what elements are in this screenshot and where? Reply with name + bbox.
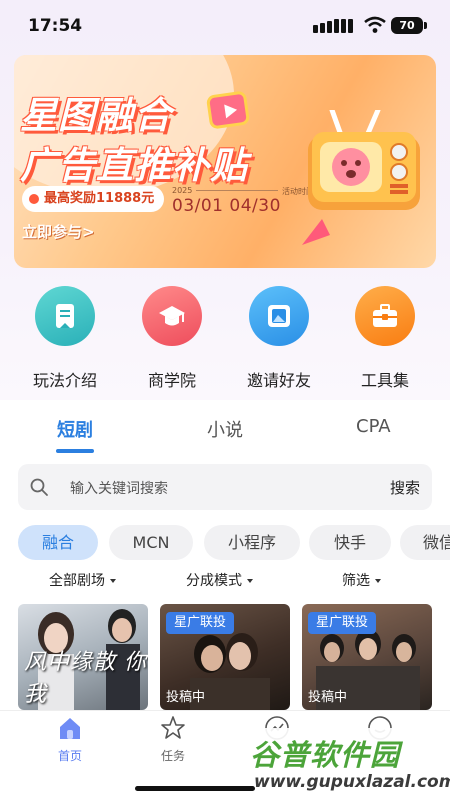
- dropdown-arrow-icon: [375, 579, 381, 583]
- nav-label: 任务: [160, 749, 185, 763]
- home-indicator[interactable]: [135, 786, 255, 791]
- home-icon: [60, 718, 80, 739]
- tab-novel[interactable]: 小说: [207, 416, 243, 442]
- chip-kuaishou[interactable]: 快手: [309, 525, 391, 560]
- quick-action-label: 邀请好友: [246, 371, 311, 390]
- search-bar[interactable]: 输入关键词搜索 搜索: [18, 464, 432, 510]
- status-time: 17:54: [28, 16, 83, 36]
- filter-bar: 全部剧场 分成模式 筛选: [0, 570, 450, 592]
- filter-revenue-mode[interactable]: 分成模式: [186, 570, 253, 590]
- search-input[interactable]: 输入关键词搜索: [70, 478, 168, 498]
- picture-icon: [249, 286, 309, 346]
- toolbox-icon: [355, 286, 415, 346]
- watermark-url: www.gupuxlazal.com: [254, 772, 450, 792]
- watermark-title: 谷普软件园: [250, 738, 401, 772]
- drama-card[interactable]: 星广联投 投稿中: [302, 604, 432, 710]
- bookmark-icon: [35, 286, 95, 346]
- filter-label: 全部剧场: [49, 573, 105, 589]
- nav-label: 首页: [57, 749, 82, 763]
- card-tag-badge: 星广联投: [308, 612, 377, 634]
- tab-short-drama[interactable]: 短剧: [57, 416, 93, 442]
- banner-date-range: 03/01 04/30: [172, 196, 281, 216]
- drama-card[interactable]: 风中缘散 你我: [18, 604, 148, 710]
- chip-wechat[interactable]: 微信: [400, 525, 450, 560]
- search-icon: [30, 478, 48, 496]
- date-divider: [196, 190, 278, 191]
- card-tag-badge: 星广联投: [166, 612, 235, 634]
- banner-title-line1: 星图融合: [20, 94, 172, 137]
- quick-action-label: 商学院: [147, 371, 196, 390]
- filter-all-theaters[interactable]: 全部剧场: [49, 570, 116, 590]
- quick-action-tools[interactable]: 工具集: [340, 280, 430, 391]
- play-icon: [205, 90, 251, 130]
- nav-home[interactable]: 首页: [30, 711, 110, 764]
- dropdown-arrow-icon: [110, 579, 116, 583]
- reward-pill: 最高奖励11888元: [22, 186, 165, 212]
- star-icon: [161, 716, 185, 739]
- card-status: 投稿中: [308, 690, 348, 705]
- card-status: 投稿中: [166, 690, 206, 705]
- nav-tasks[interactable]: 任务: [133, 711, 213, 764]
- quick-action-guide[interactable]: 玩法介绍: [20, 280, 110, 391]
- quick-action-label: 玩法介绍: [32, 371, 97, 390]
- drama-card[interactable]: 星广联投 投稿中: [160, 604, 290, 710]
- quick-action-label: 工具集: [360, 371, 409, 390]
- status-bar: 17:54 70: [0, 0, 450, 52]
- chip-mcn[interactable]: MCN: [109, 525, 193, 560]
- signal-icon: [313, 19, 357, 33]
- chip-mini-program[interactable]: 小程序: [204, 525, 300, 560]
- dropdown-arrow-icon: [247, 579, 253, 583]
- filter-screen[interactable]: 筛选: [342, 570, 381, 590]
- banner-year: 2025: [172, 186, 193, 195]
- filter-label: 分成模式: [186, 573, 242, 589]
- poster-title: 风中缘散 你我: [24, 650, 147, 707]
- battery-icon: 70: [391, 17, 427, 34]
- search-button[interactable]: 搜索: [390, 477, 420, 498]
- promo-banner[interactable]: 星图融合 广告直推补贴 最高奖励11888元 2025 活动时间·Time 03…: [14, 55, 436, 268]
- banner-sparkle: [302, 219, 330, 245]
- category-chips: 融合 MCN 小程序 快手 微信: [0, 525, 450, 561]
- join-now-link[interactable]: 立即参与>: [22, 221, 95, 242]
- watermark: 谷普软件园 www.gupuxlazal.com: [246, 728, 450, 800]
- chip-fusion[interactable]: 融合: [18, 525, 98, 560]
- active-tab-indicator: [56, 449, 94, 453]
- banner-title-line2: 广告直推补贴: [20, 144, 248, 187]
- filter-label: 筛选: [342, 573, 370, 589]
- drama-card-list: 风中缘散 你我 星广联投 投稿中 星广联投 投稿中: [0, 600, 450, 710]
- reward-text: 最高奖励11888元: [44, 191, 155, 206]
- tv-mascot-icon: [308, 110, 420, 210]
- reward-dot-icon: [29, 194, 39, 204]
- wifi-icon: [364, 16, 386, 33]
- tab-cpa[interactable]: CPA: [356, 416, 391, 437]
- quick-action-invite[interactable]: 邀请好友: [234, 280, 324, 391]
- quick-action-academy[interactable]: 商学院: [127, 280, 217, 391]
- quick-actions: 玩法介绍 商学院 邀请好友 工具集: [0, 280, 450, 390]
- graduation-cap-icon: [142, 286, 202, 346]
